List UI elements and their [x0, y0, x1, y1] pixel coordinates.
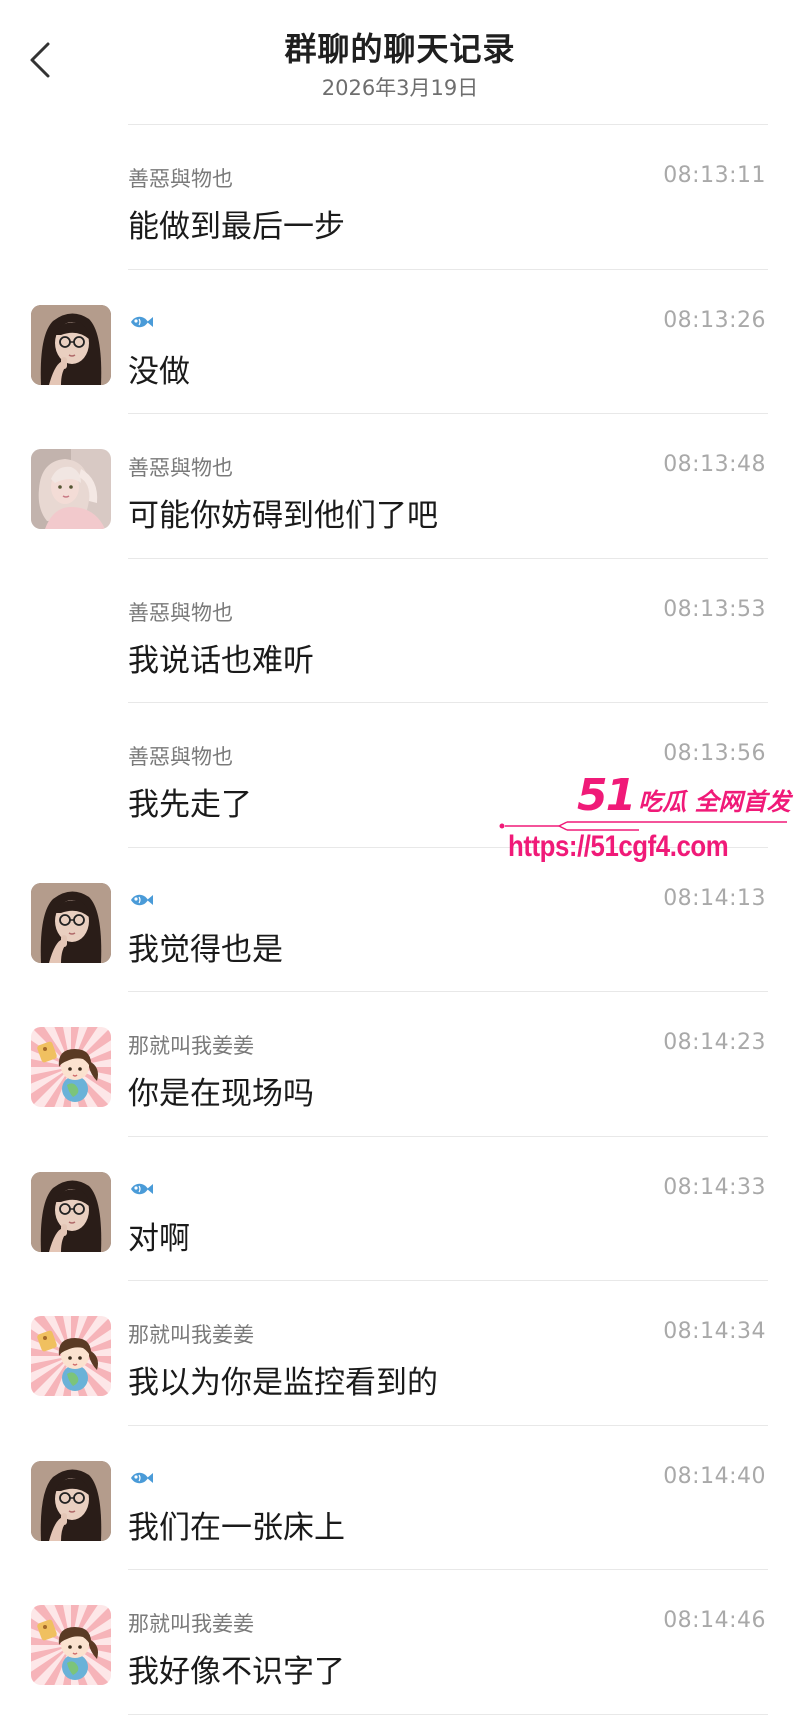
sender-name: 那就叫我姜姜 [128, 1612, 254, 1636]
message-row[interactable]: 08:13:26 没做 [0, 270, 800, 414]
sender-name: 那就叫我姜姜 [128, 1323, 254, 1347]
message-list[interactable]: 善惡與物也 08:13:11 能做到最后一步 08:13:26 没做 善惡與物也… [0, 125, 800, 1715]
message-time: 08:14:13 [663, 885, 766, 911]
avatar[interactable] [31, 1027, 111, 1107]
message-row[interactable]: 那就叫我姜姜 08:14:34 我以为你是监控看到的 [0, 1281, 800, 1426]
avatar[interactable] [31, 1171, 111, 1252]
message-text: 我们在一张床上 [128, 1509, 345, 1546]
message-time: 08:13:56 [663, 741, 766, 766]
fish-icon [128, 313, 154, 331]
avatar[interactable] [31, 449, 111, 529]
message-row[interactable]: 08:14:40 我们在一张床上 [0, 1426, 800, 1570]
message-time: 08:14:23 [663, 1030, 766, 1055]
message-row[interactable]: 08:14:33 对啊 [0, 1137, 800, 1281]
message-text: 没做 [128, 353, 190, 390]
message-row[interactable]: 善惡與物也 08:13:53 我说话也难听 [0, 559, 800, 703]
message-row[interactable]: 那就叫我姜姜 08:14:23 你是在现场吗 [0, 992, 800, 1137]
message-time: 08:13:26 [663, 307, 766, 333]
header: 群聊的聊天记录 2026年3月19日 [0, 0, 800, 124]
message-row[interactable]: 善惡與物也 08:13:56 我先走了 [0, 703, 800, 848]
sender-name: 善惡與物也 [128, 745, 233, 769]
message-row[interactable]: 善惡與物也 08:13:11 能做到最后一步 [0, 125, 800, 270]
message-text: 我以为你是监控看到的 [128, 1365, 438, 1401]
message-text: 我觉得也是 [128, 931, 283, 968]
sender-name: 善惡與物也 [128, 167, 233, 191]
avatar[interactable] [31, 882, 111, 963]
sender-name: 善惡與物也 [128, 456, 233, 480]
fish-icon [128, 1469, 154, 1487]
message-row[interactable]: 善惡與物也 08:13:48 可能你妨碍到他们了吧 [0, 414, 800, 559]
fish-icon [128, 1180, 154, 1198]
avatar[interactable] [31, 1605, 111, 1685]
message-time: 08:14:46 [663, 1608, 766, 1633]
message-text: 我先走了 [128, 787, 252, 823]
message-time: 08:13:48 [663, 452, 766, 477]
page-title: 群聊的聊天记录 [284, 30, 516, 68]
message-time: 08:13:11 [663, 163, 766, 188]
message-row[interactable]: 08:14:13 我觉得也是 [0, 848, 800, 992]
page-date: 2026年3月19日 [321, 76, 479, 100]
avatar[interactable] [31, 1460, 111, 1541]
sender-name: 善惡與物也 [128, 600, 233, 625]
message-time: 08:14:40 [663, 1463, 766, 1489]
row-divider [128, 1713, 768, 1715]
message-time: 08:14:33 [663, 1174, 766, 1200]
message-text: 我说话也难听 [128, 642, 314, 679]
fish-icon [128, 891, 154, 909]
message-text: 可能你妨碍到他们了吧 [128, 498, 438, 534]
message-time: 08:14:34 [663, 1319, 766, 1344]
message-row[interactable]: 那就叫我姜姜 08:14:46 我好像不识字了 [0, 1570, 800, 1715]
sender-name: 那就叫我姜姜 [128, 1034, 254, 1058]
message-time: 08:13:53 [663, 596, 766, 622]
message-text: 对啊 [128, 1220, 190, 1257]
avatar[interactable] [31, 1316, 111, 1396]
message-text: 我好像不识字了 [128, 1654, 345, 1690]
message-text: 你是在现场吗 [128, 1076, 314, 1112]
avatar[interactable] [31, 304, 111, 385]
message-text: 能做到最后一步 [128, 209, 345, 245]
